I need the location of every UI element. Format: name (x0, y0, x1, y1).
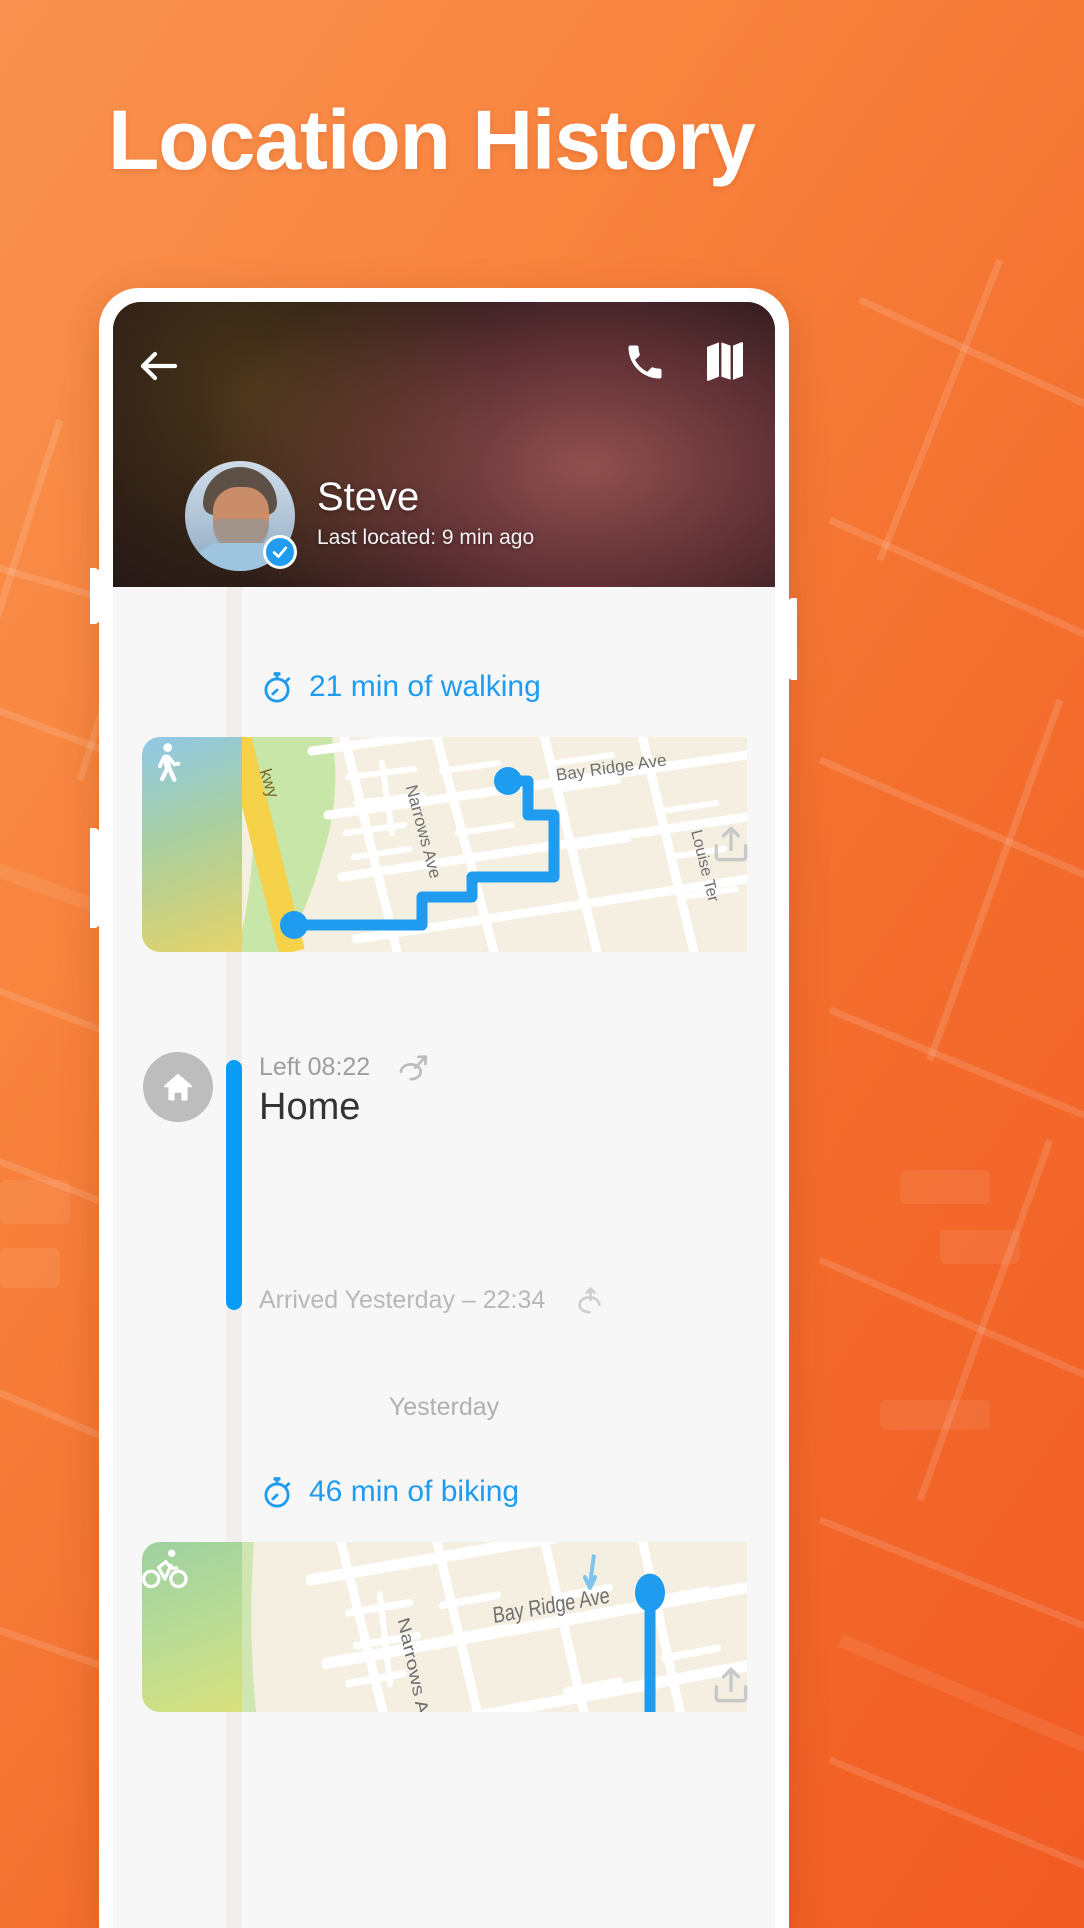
app-header: Steve Last located: 9 min ago (113, 302, 775, 587)
phone-screen: Steve Last located: 9 min ago 21 min of … (113, 302, 775, 1928)
timeline-rail-home (226, 1060, 242, 1310)
activity-label-walking[interactable]: 21 min of walking (113, 669, 775, 705)
page-title: Location History (108, 93, 756, 187)
timeline-entry-biking: 46 min of biking Narrows Ave Bay Ridge A… (113, 1474, 775, 1712)
activity-label-text: 46 min of biking (309, 1475, 520, 1508)
phone-volume-up-button (90, 568, 100, 624)
mode-badge-biking (142, 1542, 242, 1712)
phone-mockup: Steve Last located: 9 min ago 21 min of … (90, 288, 797, 1928)
phone-power-button (787, 598, 797, 680)
home-left-meta: Left 08:22 (113, 1052, 775, 1082)
phone-volume-down-button (90, 828, 100, 928)
timeline-body: 21 min of walking Narrows Ave Bay Ridge … (113, 587, 775, 1928)
profile-status: Last located: 9 min ago (317, 526, 535, 549)
home-left-time: Left 08:22 (259, 1052, 371, 1081)
stopwatch-icon (259, 669, 295, 705)
map-thumbnail-walking[interactable]: Narrows Ave Bay Ridge Ave Louise Ter kwy (142, 737, 747, 952)
arrival-icon (571, 1285, 607, 1315)
activity-label-biking[interactable]: 46 min of biking (113, 1474, 775, 1510)
walking-person-icon (157, 743, 181, 782)
phone-icon[interactable] (623, 340, 667, 384)
bicycle-icon (142, 1549, 188, 1589)
share-icon[interactable] (709, 821, 753, 867)
home-icon[interactable] (143, 1052, 213, 1122)
stopwatch-icon (259, 1474, 295, 1510)
mode-badge-walking (142, 737, 242, 952)
timeline-entry-home: Left 08:22 Home Arrived Yesterday – 22:3… (113, 1052, 775, 1315)
day-divider: Yesterday (388, 1393, 500, 1421)
timeline-entry-walking: 21 min of walking Narrows Ave Bay Ridge … (113, 587, 775, 952)
departure-icon (396, 1052, 432, 1082)
check-badge-icon (263, 535, 297, 569)
arrow-left-icon[interactable] (135, 342, 183, 390)
home-arrived-meta: Arrived Yesterday – 22:34 (113, 1285, 775, 1315)
profile-block[interactable]: Steve Last located: 9 min ago (185, 461, 534, 571)
activity-label-text: 21 min of walking (309, 670, 541, 703)
profile-name: Steve (317, 475, 420, 519)
avatar (185, 461, 297, 571)
map-thumbnail-biking[interactable]: Narrows Ave Bay Ridge Ave (142, 1542, 747, 1712)
map-icon[interactable] (701, 338, 749, 386)
share-icon[interactable] (709, 1662, 753, 1708)
home-arrived-text: Arrived Yesterday – 22:34 (259, 1285, 546, 1314)
